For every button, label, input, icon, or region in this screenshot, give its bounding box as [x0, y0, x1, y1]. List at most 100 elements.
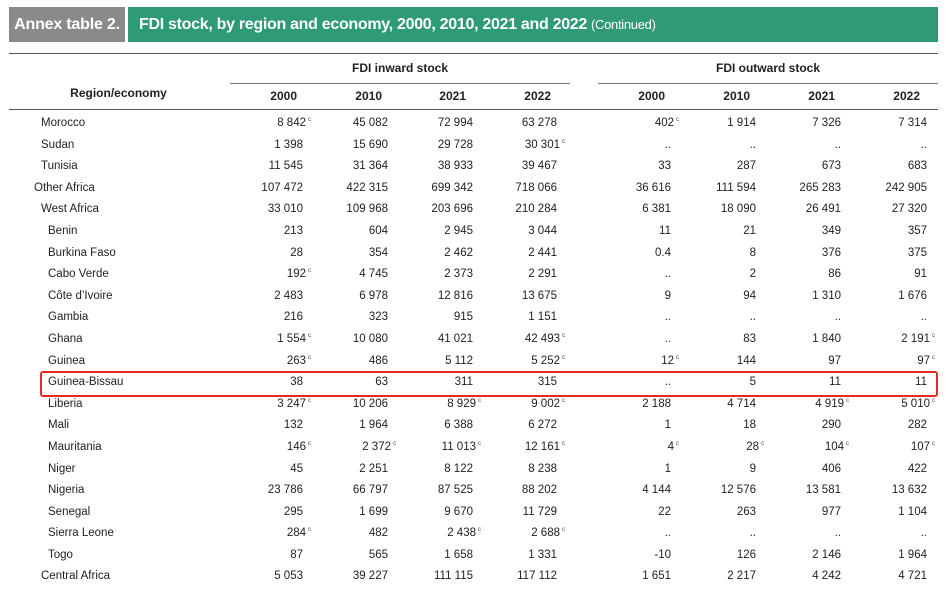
inward-value: 315: [487, 376, 557, 388]
cell-text: 27 320: [891, 203, 927, 216]
cell-text: ..: [664, 311, 671, 324]
cell-text: 6 978: [359, 289, 388, 302]
cell-text: 41 021: [437, 332, 473, 345]
cell-text: 111 594: [716, 181, 756, 194]
cell-text: 422 315: [346, 181, 388, 194]
outward-value: ..: [857, 139, 927, 151]
table-row: Côte d’Ivoire 2 483 6 978 12 816 13 675 9 94 1 …: [0, 287, 947, 309]
region-name: Tunisia: [41, 160, 78, 173]
cell-text: 2 438: [447, 527, 476, 540]
cell-text: 13 581: [805, 484, 841, 497]
outward-value: ..: [686, 527, 756, 539]
table-row: Tunisia 11 545 31 364 38 933 39 467 33 287 673 6…: [0, 157, 947, 179]
cell-text: 87: [290, 548, 303, 561]
inward-value: 15 690: [318, 139, 388, 151]
cell-text: 213: [283, 224, 303, 237]
cell-text: 2 373: [444, 268, 473, 281]
cell-text: 282: [907, 419, 927, 432]
cell-text: 26 491: [805, 203, 841, 216]
inward-value: 13 675: [487, 290, 557, 302]
footnote-marker: c: [562, 138, 565, 145]
cell-text: 2 146: [812, 548, 841, 561]
cell-text: 422: [907, 462, 927, 475]
region-name: Guinea-Bissau: [48, 376, 124, 389]
inward-value: 2 373: [403, 268, 473, 280]
cell-text: ..: [749, 138, 756, 151]
cell-text: 30 301: [524, 138, 560, 151]
inward-value: 5 053: [233, 570, 303, 582]
footnote-marker: c: [932, 397, 935, 404]
cell-text: 1 398: [274, 138, 303, 151]
cell-text: 2 217: [727, 570, 756, 583]
cell-text: 11: [915, 376, 927, 389]
inward-value: 1 658: [403, 549, 473, 561]
inward-year-2000: 2000: [270, 89, 297, 103]
cell-text: 94: [743, 289, 756, 302]
cell-text: 311: [454, 376, 473, 389]
cell-text: 9 670: [444, 505, 473, 518]
cell-text: 699 342: [431, 181, 473, 194]
region-name: West Africa: [41, 203, 99, 216]
cell-text: 1 914: [727, 117, 756, 129]
table-row: West Africa 33 010 109 968 203 696 210 284 6 …: [0, 200, 947, 222]
inward-value: 146 c: [241, 441, 311, 453]
cell-text: 8: [749, 246, 756, 259]
cell-text: 216: [283, 311, 303, 324]
cell-text: 66 797: [352, 484, 388, 497]
inward-value: 354: [318, 247, 388, 259]
cell-text: 4 144: [642, 484, 671, 497]
outward-value: ..: [771, 527, 841, 539]
outward-year-2010: 2010: [723, 89, 750, 103]
inward-value: 2 945: [403, 225, 473, 237]
outward-value: 1 964: [857, 549, 927, 561]
cell-text: ..: [664, 527, 671, 540]
inward-year-2010: 2010: [355, 89, 382, 103]
cell-text: 349: [821, 224, 841, 237]
cell-text: 0.4: [655, 246, 671, 259]
footnote-marker: c: [846, 440, 849, 447]
outward-value: 1 104: [857, 506, 927, 518]
cell-text: 290: [821, 419, 841, 432]
region-economy-header: Region/economy: [70, 86, 167, 100]
outward-value: 673: [771, 160, 841, 172]
cell-text: 6 272: [528, 419, 557, 432]
outward-value: 2 146: [771, 549, 841, 561]
cell-text: 2 945: [444, 224, 473, 237]
region-name: Mali: [48, 419, 70, 432]
cell-text: 482: [368, 527, 388, 540]
inward-value: 41 021: [403, 333, 473, 345]
inward-value: 9 670: [403, 506, 473, 518]
cell-text: 39 227: [352, 570, 388, 583]
cell-text: 486: [368, 354, 388, 367]
cell-text: 1 104: [898, 505, 927, 518]
inward-value: 132: [233, 419, 303, 431]
inward-value: 6 272: [487, 419, 557, 431]
fdi-outward-header: FDI outward stock: [715, 61, 820, 75]
inward-value: 38: [233, 376, 303, 388]
outward-value: ..: [601, 268, 671, 280]
cell-text: 673: [821, 160, 841, 173]
region-name: Ghana: [48, 332, 83, 345]
outward-value: 12 576: [686, 484, 756, 496]
footnote-marker: c: [932, 332, 935, 339]
inward-value: 9 002 c: [495, 398, 565, 410]
inward-group-rule: [230, 83, 570, 84]
region-name: Nigeria: [48, 484, 85, 497]
footnote-marker: c: [478, 440, 481, 447]
outward-value: 4 721: [857, 570, 927, 582]
region-name: Gambia: [48, 311, 89, 324]
outward-value: 9: [601, 290, 671, 302]
table-body: Morocco 8 842 c 45 082 72 994 63 278 402 c 1 914…: [0, 114, 947, 589]
outward-value: ..: [771, 311, 841, 323]
inward-value: 216: [233, 311, 303, 323]
inward-value: 1 398: [233, 139, 303, 151]
cell-text: 104: [824, 440, 844, 453]
inward-value: 1 151: [487, 311, 557, 323]
inward-value: 109 968: [318, 203, 388, 215]
cell-text: 45: [290, 462, 303, 475]
table-row: Nigeria 23 786 66 797 87 525 88 202 4 144 12 5…: [0, 481, 947, 503]
inward-value: 295: [233, 506, 303, 518]
table-row: Central Africa 5 053 39 227 111 115 117 112 1…: [0, 567, 947, 589]
outward-value: 83: [686, 333, 756, 345]
cell-text: 87 525: [437, 484, 473, 497]
